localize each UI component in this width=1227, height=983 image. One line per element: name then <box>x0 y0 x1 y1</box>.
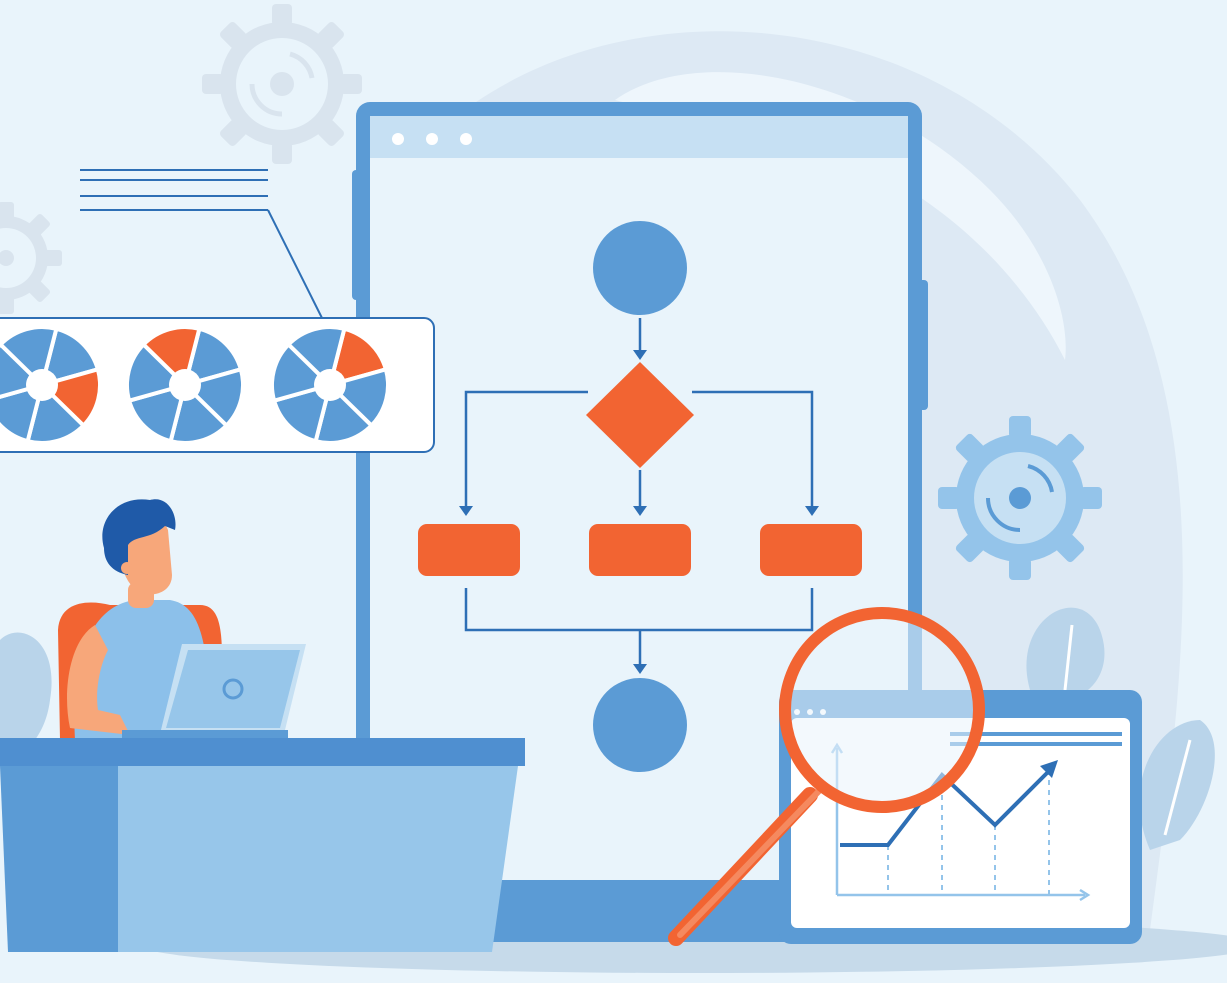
pie-chart-icon <box>270 325 390 445</box>
pie-chart-icon <box>125 325 245 445</box>
flow-process-node <box>760 524 862 576</box>
desk-top <box>0 738 525 766</box>
desk <box>0 738 525 952</box>
pie-hub <box>169 369 201 401</box>
window-dot <box>426 133 438 145</box>
ear <box>121 562 133 574</box>
flow-process-node <box>418 524 520 576</box>
pie-chart-panel <box>0 317 435 453</box>
window-dot <box>392 133 404 145</box>
illustration-scene <box>0 0 1227 983</box>
gear-icon <box>938 416 1102 580</box>
desk-front <box>118 766 518 952</box>
window-dot <box>460 133 472 145</box>
pie-hub <box>26 369 58 401</box>
flow-start-node <box>593 221 687 315</box>
flow-process-node <box>589 524 691 576</box>
gear-icon <box>202 4 362 164</box>
pie-chart-icon <box>0 325 102 445</box>
flow-end-node <box>593 678 687 772</box>
pie-hub <box>314 369 346 401</box>
desk-side <box>0 766 118 952</box>
window-titlebar <box>370 116 908 158</box>
